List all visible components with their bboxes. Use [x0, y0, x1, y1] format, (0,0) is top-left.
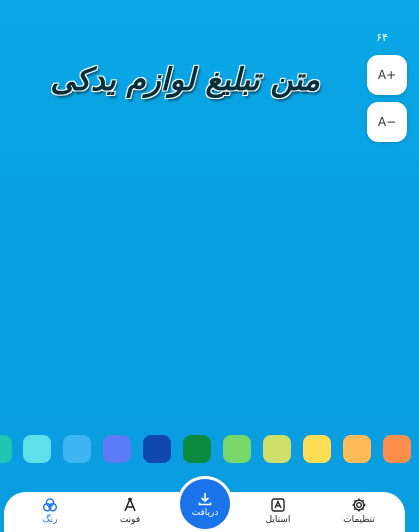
color-swatch-10[interactable] [383, 435, 411, 463]
canvas-text[interactable]: متن تبلیغ لوازم یدکی [50, 62, 320, 98]
nav-item-style[interactable]: استایل [248, 492, 308, 532]
increase-font-button[interactable]: A+ [367, 55, 407, 95]
color-circles-icon [43, 498, 57, 512]
download-button[interactable]: دریافت [180, 479, 230, 529]
color-swatch-3[interactable] [103, 435, 131, 463]
nav-item-color[interactable]: رنگ [20, 492, 80, 532]
color-swatch-1[interactable] [23, 435, 51, 463]
nav-label-settings: تنظیمات [343, 515, 375, 525]
font-icon [124, 497, 136, 512]
color-swatch-4[interactable] [143, 435, 171, 463]
download-label: دریافت [191, 507, 219, 518]
color-palette [0, 435, 419, 463]
gear-icon [352, 498, 366, 512]
color-swatch-2[interactable] [63, 435, 91, 463]
color-swatch-7[interactable] [263, 435, 291, 463]
font-size-value: ۶۴ [376, 31, 388, 44]
color-swatch-6[interactable] [223, 435, 251, 463]
nav-label-color: رنگ [42, 515, 58, 525]
style-icon [271, 498, 285, 512]
color-swatch-5[interactable] [183, 435, 211, 463]
decrease-font-button[interactable]: A− [367, 102, 407, 142]
nav-item-settings[interactable]: تنظیمات [329, 492, 389, 532]
color-swatch-8[interactable] [303, 435, 331, 463]
download-icon [198, 492, 212, 505]
color-swatch-0[interactable] [0, 435, 12, 463]
nav-item-font[interactable]: فونت [100, 492, 160, 532]
nav-label-font: فونت [119, 515, 141, 525]
nav-label-style: استایل [265, 515, 291, 525]
color-swatch-9[interactable] [343, 435, 371, 463]
